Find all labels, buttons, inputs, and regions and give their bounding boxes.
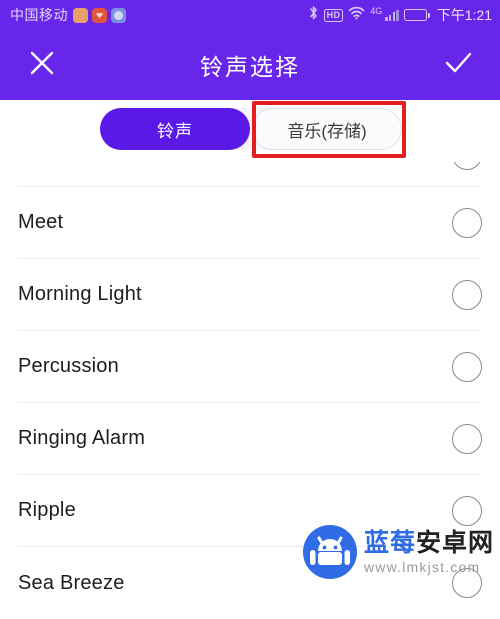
page-title: 铃声选择 [200, 54, 300, 80]
app-notification-blue-icon [111, 7, 126, 23]
notification-icons [73, 7, 126, 23]
status-bar-right: HD 4G 下午1:21 [308, 5, 492, 26]
radio-button[interactable] [452, 495, 482, 526]
network-type-label: 4G [370, 6, 383, 16]
confirm-button[interactable] [440, 47, 476, 83]
check-icon [442, 47, 474, 84]
close-icon [27, 48, 57, 83]
list-item[interactable]: Meet [18, 187, 482, 259]
tab-music-storage[interactable]: 音乐(存储) [252, 108, 402, 150]
ringtone-name: Sea Breeze [18, 571, 125, 594]
list-item[interactable]: Ringing Alarm [18, 403, 482, 475]
list-item[interactable]: Sea Breeze [18, 547, 482, 619]
tab-strip: 铃声 音乐(存储) [100, 108, 402, 150]
cellular-signal-icon [385, 9, 399, 21]
app-bar: 铃声选择 [0, 30, 500, 100]
bluetooth-icon [308, 5, 319, 26]
radio-button[interactable] [452, 351, 482, 382]
ringtone-list[interactable]: Meet Morning Light Percussion Ringing Al… [0, 162, 500, 619]
app-notification-heart-icon [92, 7, 107, 23]
close-button[interactable] [24, 47, 60, 83]
list-item[interactable]: Morning Light [18, 259, 482, 331]
status-bar-left: 中国移动 [10, 5, 126, 25]
tab-bar: 铃声 音乐(存储) [0, 100, 500, 162]
battery-icon [403, 9, 430, 21]
wifi-icon [348, 6, 365, 25]
list-item[interactable]: Percussion [18, 331, 482, 403]
ringtone-name: Meet [18, 211, 64, 233]
radio-button[interactable] [452, 162, 482, 170]
ringtone-name: Ripple [18, 499, 76, 521]
hd-badge: HD [323, 8, 344, 22]
clock-label: 下午1:21 [436, 7, 492, 23]
radio-button[interactable] [452, 207, 482, 238]
tab-ringtones[interactable]: 铃声 [100, 108, 250, 150]
radio-button[interactable] [452, 423, 482, 454]
radio-button[interactable] [452, 568, 482, 598]
ringtone-name: Morning Light [18, 283, 142, 305]
app-notification-orange-icon [73, 7, 88, 23]
carrier-label: 中国移动 [10, 7, 68, 23]
list-item[interactable]: Ripple [18, 475, 482, 547]
ringtone-name: Percussion [18, 355, 119, 377]
list-item-partial-top[interactable] [18, 162, 482, 187]
ringtone-name: Ringing Alarm [18, 427, 146, 449]
status-bar: 中国移动 HD 4G 下午1:21 [0, 0, 500, 30]
radio-button[interactable] [452, 279, 482, 310]
